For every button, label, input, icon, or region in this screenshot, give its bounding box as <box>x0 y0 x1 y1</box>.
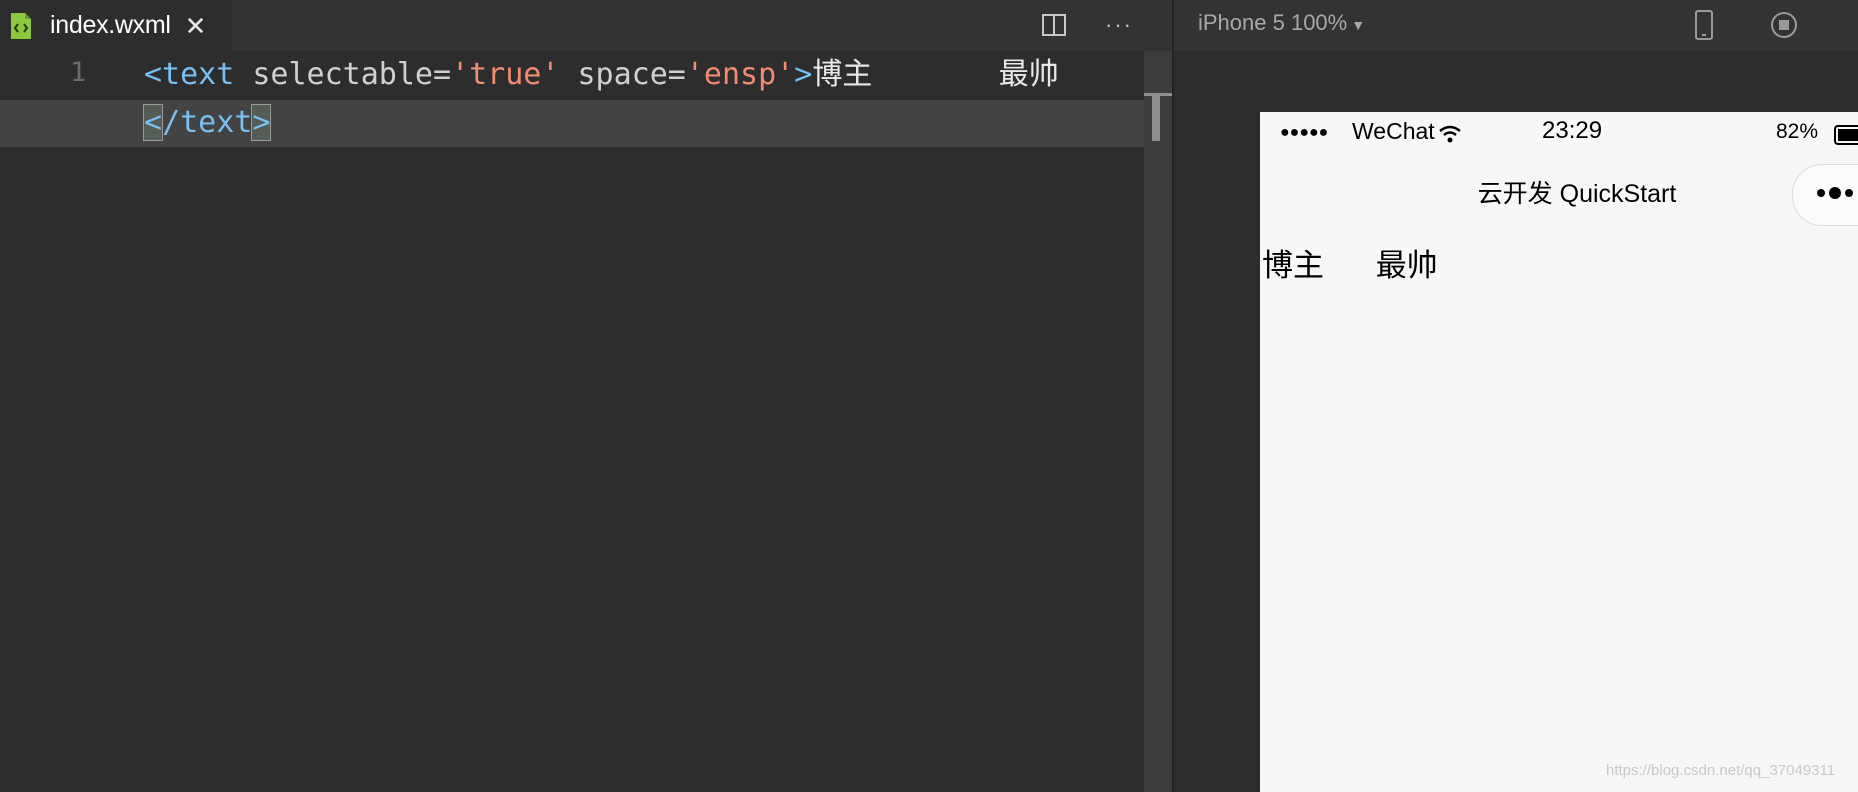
carrier-name: WeChat <box>1352 118 1435 144</box>
editor-tabbar: index.wxml ✕ ··· <box>0 0 1172 51</box>
split-editor-icon[interactable] <box>1037 8 1071 42</box>
editor-scrollbar[interactable] <box>1144 51 1172 792</box>
nav-bar: 云开发 QuickStart <box>1260 160 1858 220</box>
phone-screen: ●●●●● WeChat 23:29 82% 云开发 QuickStart 博主… <box>1260 112 1858 792</box>
code-content-a: 博主 <box>812 57 873 92</box>
scrollbar-thumb[interactable] <box>1152 95 1160 141</box>
code-attr-selectable: selectable= <box>234 57 452 92</box>
battery-percent: 82% <box>1776 120 1819 143</box>
tab-title: index.wxml <box>50 11 171 39</box>
code-line-1: <text selectable='true' space='ensp'>博主 … <box>144 55 1059 95</box>
chevron-down-icon: ▼ <box>1351 17 1366 33</box>
code-attr-space: space= <box>559 57 686 92</box>
wifi-icon <box>1438 122 1462 149</box>
nav-title: 云开发 QuickStart <box>1477 180 1677 208</box>
code-open-tag: <text <box>144 57 235 92</box>
editor-pane: index.wxml ✕ ··· 1 <text selectable='tru… <box>0 0 1172 792</box>
tab-index-wxml[interactable]: index.wxml ✕ <box>0 0 232 51</box>
code-content-b: 最帅 <box>998 57 1059 92</box>
page-text-a: 博主 <box>1262 248 1324 283</box>
simulator-toolbar: iPhone 5 100% ▼ <box>1174 0 1858 51</box>
simulator-pane: iPhone 5 100% ▼ ●●●●● WeChat 23:29 82% 云… <box>1174 0 1858 792</box>
line-number: 1 <box>70 57 87 88</box>
page-text-b: 最帅 <box>1375 248 1438 283</box>
status-time: 23:29 <box>1542 117 1603 144</box>
code-line-2: </text> <box>142 103 272 143</box>
more-actions-icon[interactable]: ··· <box>1102 8 1136 42</box>
page-text-content[interactable]: 博主 最帅 <box>1262 240 1438 285</box>
device-label: iPhone 5 100% <box>1198 10 1348 35</box>
stop-record-icon[interactable] <box>1767 8 1801 42</box>
battery-icon <box>1834 124 1858 151</box>
wxml-file-icon <box>10 12 32 40</box>
status-bar: ●●●●● WeChat 23:29 82% <box>1260 112 1858 152</box>
menu-capsule <box>1792 164 1858 226</box>
code-attr-value-ensp: 'ensp' <box>685 57 795 92</box>
close-icon[interactable]: ✕ <box>185 13 207 39</box>
signal-strength: ●●●●● <box>1280 124 1329 141</box>
code-close-tag: /text <box>162 105 253 140</box>
code-content-gap <box>872 57 998 92</box>
page-text-gap <box>1324 248 1376 283</box>
code-editor[interactable]: 1 <text selectable='true' space='ensp'>博… <box>0 51 1144 792</box>
phone-device-icon[interactable] <box>1687 8 1721 42</box>
code-tag-close: > <box>794 57 813 92</box>
bracket-match-close: > <box>251 104 272 141</box>
more-icon[interactable] <box>1815 183 1858 208</box>
watermark: https://blog.csdn.net/qq_37049311 <box>1606 762 1836 779</box>
code-attr-value-true: 'true' <box>451 57 560 92</box>
device-select[interactable]: iPhone 5 100% ▼ <box>1198 10 1365 36</box>
bracket-match-open: < <box>142 104 164 141</box>
